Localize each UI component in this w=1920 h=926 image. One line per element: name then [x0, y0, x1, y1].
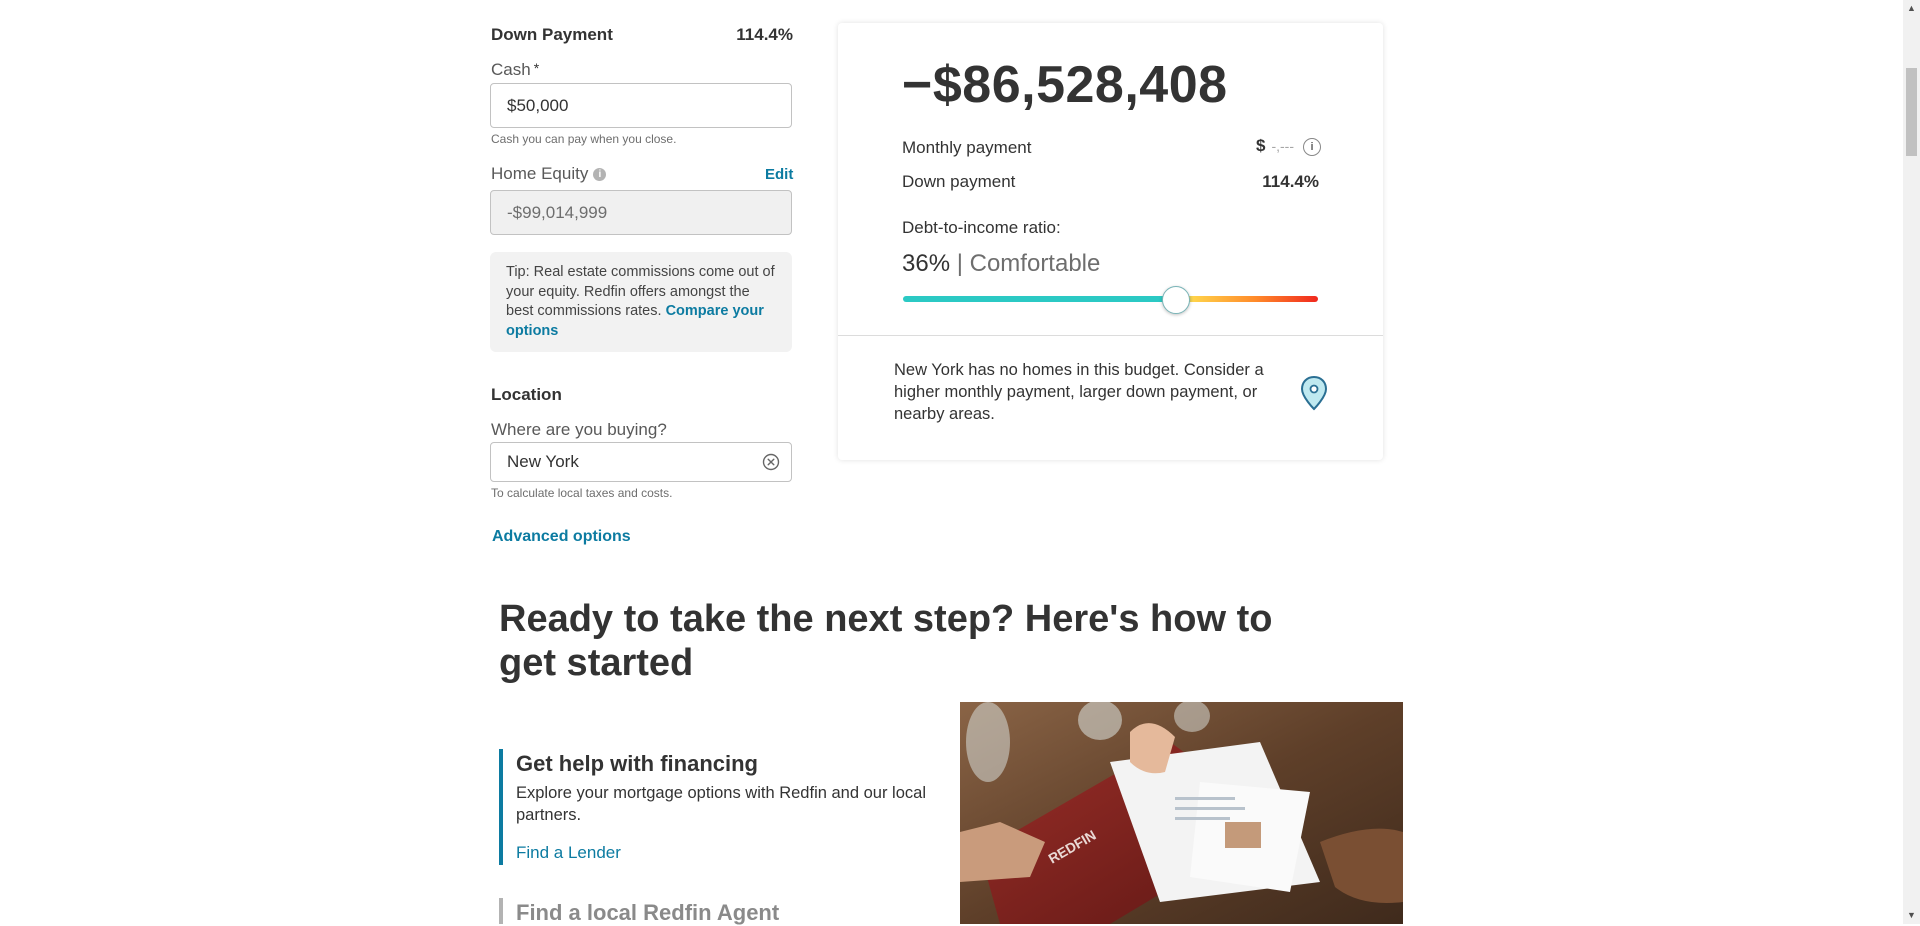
affordable-price: −$86,528,408	[902, 56, 1228, 114]
clear-circle-x-icon[interactable]	[762, 453, 780, 471]
card-divider	[838, 335, 1383, 336]
step-accent-bar	[499, 749, 503, 865]
dti-slider-handle[interactable]	[1161, 286, 1190, 314]
home-equity-label: Home Equity i	[491, 164, 607, 184]
page-scrollbar[interactable]: ▲ ▼	[1903, 0, 1920, 924]
monthly-payment-label: Monthly payment	[902, 138, 1032, 157]
dti-status: Comfortable	[969, 250, 1101, 277]
cash-input-value: $50,000	[507, 95, 569, 115]
step-title-financing: Get help with financing	[516, 751, 758, 776]
monthly-currency: $	[1255, 136, 1266, 155]
advanced-options-link[interactable]: Advanced options	[492, 528, 631, 546]
scrollbar-thumb[interactable]	[1906, 68, 1917, 156]
cash-label-text: Cash	[491, 60, 531, 79]
dti-label: Debt-to-income ratio:	[902, 218, 1061, 237]
info-icon[interactable]: i	[593, 168, 607, 182]
info-icon[interactable]: i	[1303, 137, 1321, 156]
down-payment-percent: 114.4%	[736, 25, 793, 44]
next-step-heading: Ready to take the next step? Here's how …	[499, 598, 1273, 684]
home-equity-label-text: Home Equity	[491, 164, 589, 183]
location-input[interactable]: New York	[490, 442, 792, 482]
dti-slider-track[interactable]	[903, 296, 1318, 302]
location-input-value: New York	[507, 452, 579, 471]
monthly-amount: -,---	[1271, 138, 1294, 154]
edit-equity-link[interactable]: Edit	[765, 166, 793, 183]
dti-value: 36% | Comfortable	[902, 250, 1100, 278]
step-title-agent[interactable]: Find a local Redfin Agent	[516, 900, 779, 926]
commission-tip: Tip: Real estate commissions come out of…	[490, 252, 792, 352]
budget-message: New York has no homes in this budget. Co…	[894, 361, 1264, 423]
required-mark: *	[533, 60, 540, 76]
scroll-down-arrow-icon[interactable]: ▼	[1903, 907, 1920, 924]
dti-percent: 36%	[902, 250, 951, 277]
cash-label: Cash *	[491, 60, 539, 80]
dti-separator: |	[950, 250, 970, 277]
down-payment-label: Down payment	[902, 172, 1016, 191]
cash-hint: Cash you can pay when you close.	[491, 132, 677, 146]
affordability-results-card: −$86,528,408 Monthly payment $ -,--- i Dow…	[838, 23, 1383, 460]
home-equity-input: -$99,014,999	[490, 190, 792, 235]
financing-photo: REDFIN	[960, 702, 1403, 924]
location-hint: To calculate local taxes and costs.	[491, 486, 673, 500]
down-payment-title: Down Payment	[491, 25, 613, 44]
monthly-payment-value: $ -,--- i	[1256, 136, 1321, 156]
map-pin-icon	[1300, 375, 1328, 411]
location-title: Location	[491, 385, 562, 404]
find-lender-link[interactable]: Find a Lender	[516, 843, 621, 863]
home-equity-value: -$99,014,999	[507, 202, 608, 222]
scroll-up-arrow-icon[interactable]: ▲	[1903, 0, 1920, 17]
location-label: Where are you buying?	[491, 420, 667, 439]
step-description-financing: Explore your mortgage options with Redfi…	[516, 784, 926, 824]
down-payment-value: 114.4%	[1262, 172, 1319, 191]
step-accent-bar	[499, 898, 503, 924]
cash-input[interactable]: $50,000	[490, 83, 792, 128]
